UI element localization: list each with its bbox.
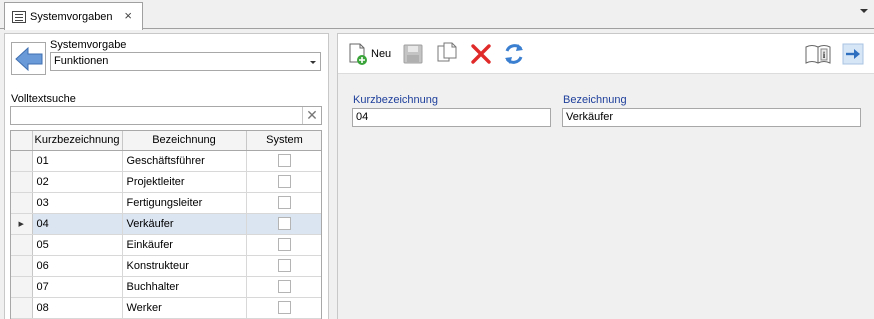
left-panel: Systemvorgabe Funktionen Volltextsuche ✕… xyxy=(4,33,329,319)
tab-strip: Systemvorgaben × xyxy=(0,0,874,30)
cell-kurzbezeichnung[interactable]: 01 xyxy=(32,150,123,172)
cell-system xyxy=(246,297,321,319)
delete-icon xyxy=(471,44,491,64)
systemvorgabe-value: Funktionen xyxy=(54,55,109,67)
row-indicator[interactable] xyxy=(11,171,33,193)
cell-system xyxy=(246,234,321,256)
table-row[interactable]: ▶ 04 Verkäufer xyxy=(11,213,321,235)
cell-kurzbezeichnung[interactable]: 02 xyxy=(32,171,123,193)
row-indicator[interactable] xyxy=(11,234,33,256)
copy-icon xyxy=(437,42,457,62)
cell-kurzbezeichnung[interactable]: 05 xyxy=(32,234,123,256)
cell-bezeichnung[interactable]: Einkäufer xyxy=(122,234,247,256)
system-checkbox[interactable] xyxy=(278,217,291,230)
table-row[interactable]: 01 Geschäftsführer xyxy=(11,150,321,172)
toolbar: Neu i xyxy=(338,34,874,74)
systemvorgabe-select[interactable]: Funktionen xyxy=(50,52,321,71)
column-header-system[interactable]: System xyxy=(246,131,321,151)
data-grid: Kurzbezeichnung Bezeichnung System 01 Ges… xyxy=(10,130,322,319)
refresh-button[interactable] xyxy=(502,41,526,67)
cell-system xyxy=(246,276,321,298)
kurzbezeichnung-field[interactable]: 04 xyxy=(352,108,551,127)
bezeichnung-field[interactable]: Verkäufer xyxy=(562,108,861,127)
close-icon[interactable]: × xyxy=(124,9,132,23)
row-indicator[interactable]: ▶ xyxy=(11,213,33,235)
right-panel: Neu i Kurzbezeichnung 04 Bezeichnung Ver… xyxy=(337,33,874,319)
row-indicator-header xyxy=(11,131,33,151)
kurzbezeichnung-label: Kurzbezeichnung xyxy=(353,94,439,106)
cell-system xyxy=(246,171,321,193)
cell-bezeichnung[interactable]: Buchhalter xyxy=(122,276,247,298)
info-button[interactable]: i xyxy=(805,41,831,67)
cell-kurzbezeichnung[interactable]: 03 xyxy=(32,192,123,214)
clear-icon[interactable]: ✕ xyxy=(302,107,321,124)
kurzbezeichnung-value: 04 xyxy=(356,111,369,123)
search-label: Volltextsuche xyxy=(11,93,76,105)
list-window-icon xyxy=(12,10,26,23)
system-checkbox[interactable] xyxy=(278,175,291,188)
table-row[interactable]: 06 Konstrukteur xyxy=(11,255,321,277)
new-button[interactable]: Neu xyxy=(347,41,391,67)
cell-bezeichnung[interactable]: Projektleiter xyxy=(122,171,247,193)
column-header-bezeichnung[interactable]: Bezeichnung xyxy=(122,131,247,151)
chevron-down-icon[interactable] xyxy=(860,9,868,13)
refresh-icon xyxy=(505,44,523,64)
table-row[interactable]: 08 Werker xyxy=(11,297,321,319)
save-icon xyxy=(403,44,423,64)
cell-system xyxy=(246,150,321,172)
grid-header-row: Kurzbezeichnung Bezeichnung System xyxy=(11,131,321,151)
row-indicator[interactable] xyxy=(11,192,33,214)
row-indicator[interactable] xyxy=(11,255,33,277)
system-checkbox[interactable] xyxy=(278,259,291,272)
system-checkbox[interactable] xyxy=(278,280,291,293)
cell-kurzbezeichnung[interactable]: 08 xyxy=(32,297,123,319)
cell-kurzbezeichnung[interactable]: 06 xyxy=(32,255,123,277)
row-indicator[interactable] xyxy=(11,150,33,172)
row-indicator[interactable] xyxy=(11,276,33,298)
cell-system xyxy=(246,192,321,214)
system-checkbox[interactable] xyxy=(278,154,291,167)
table-row[interactable]: 05 Einkäufer xyxy=(11,234,321,256)
delete-button[interactable] xyxy=(470,41,492,67)
back-button[interactable] xyxy=(11,42,46,75)
cell-bezeichnung[interactable]: Geschäftsführer xyxy=(122,150,247,172)
chevron-down-icon[interactable] xyxy=(310,61,316,64)
cell-system xyxy=(246,255,321,277)
new-button-label: Neu xyxy=(371,48,392,60)
info-book-icon: i xyxy=(805,45,831,64)
tab-systemvorgaben[interactable]: Systemvorgaben × xyxy=(4,2,143,30)
systemvorgabe-label: Systemvorgabe xyxy=(50,39,127,51)
system-checkbox[interactable] xyxy=(278,196,291,209)
cell-bezeichnung[interactable]: Konstrukteur xyxy=(122,255,247,277)
table-row[interactable]: 07 Buchhalter xyxy=(11,276,321,298)
cell-kurzbezeichnung[interactable]: 07 xyxy=(32,276,123,298)
row-indicator[interactable] xyxy=(11,297,33,319)
cell-bezeichnung[interactable]: Werker xyxy=(122,297,247,319)
system-checkbox[interactable] xyxy=(278,301,291,314)
tab-title: Systemvorgaben xyxy=(30,10,113,23)
cell-bezeichnung[interactable]: Verkäufer xyxy=(122,213,247,235)
column-header-kurzbezeichnung[interactable]: Kurzbezeichnung xyxy=(32,131,123,151)
cell-bezeichnung[interactable]: Fertigungsleiter xyxy=(122,192,247,214)
search-input[interactable]: ✕ xyxy=(10,106,322,125)
cell-system xyxy=(246,213,321,235)
new-document-icon xyxy=(349,43,367,65)
copy-button[interactable] xyxy=(435,41,459,67)
table-row[interactable]: 02 Projektleiter xyxy=(11,171,321,193)
cell-kurzbezeichnung[interactable]: 04 xyxy=(32,213,123,235)
exit-button[interactable] xyxy=(842,41,864,67)
table-row[interactable]: 03 Fertigungsleiter xyxy=(11,192,321,214)
system-checkbox[interactable] xyxy=(278,238,291,251)
bezeichnung-value: Verkäufer xyxy=(566,111,614,123)
save-button[interactable] xyxy=(402,41,424,67)
exit-arrow-icon xyxy=(842,43,864,65)
bezeichnung-label: Bezeichnung xyxy=(563,94,627,106)
back-arrow-icon xyxy=(15,46,43,72)
